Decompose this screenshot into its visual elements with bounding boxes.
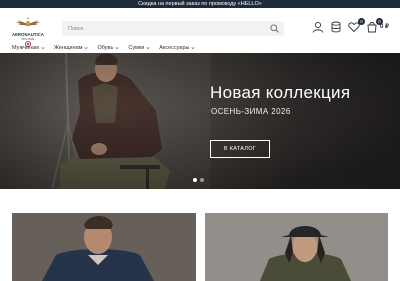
hero-subtitle: ОСЕНЬ-ЗИМА 2026 [211,107,291,116]
wishlist-badge: 0 [358,18,365,25]
category-photo-women [205,213,388,281]
nav-item-label: Женщинам [53,45,83,51]
slider-dot[interactable] [193,178,197,182]
compare-button[interactable] [330,20,344,34]
slider-dots [193,178,204,182]
wishlist-button[interactable]: 0 [348,18,365,34]
slider-dot[interactable] [200,178,204,182]
database-icon [331,21,341,33]
search-input[interactable] [62,21,262,36]
site-header: AERONAUTICA MILITARE Поиск 0 0 0 ₽ Мужчи… [0,8,400,53]
promo-bar: Скидка на первый заказ по промокоду «HEL… [0,0,400,8]
search-bar [62,21,284,36]
nav-item-shoes[interactable]: Обувь [97,43,119,53]
cart-total[interactable]: 0 ₽ [380,23,389,30]
nav-item-women[interactable]: Женщинам [54,43,89,53]
search-icon[interactable] [270,24,279,33]
chevron-down-icon [115,47,119,50]
chevron-down-icon [41,47,45,50]
nav-item-accessories[interactable]: Аксессуары [159,43,196,53]
hero-banner: Новая коллекция ОСЕНЬ-ЗИМА 2026 В КАТАЛО… [0,53,400,189]
nav-item-label: Обувь [97,45,114,51]
chevron-down-icon [191,47,196,50]
wings-emblem-icon [16,17,40,26]
category-photo-men [12,213,196,281]
nav-item-label: Мужчинам [12,45,39,51]
category-card-women[interactable] [205,213,388,281]
promo-text: Скидка на первый заказ по промокоду «HEL… [138,1,262,7]
catalog-button[interactable]: В КАТАЛОГ [210,140,270,158]
chevron-down-icon [84,47,89,50]
category-card-men[interactable] [12,213,196,281]
nav-item-label: Сумки [128,45,145,51]
chevron-down-icon [146,47,150,50]
cart-button[interactable]: 0 [366,18,383,34]
main-nav: Мужчинам Женщинам Обувь Сумки Аксессуары [12,43,196,53]
hero-vignette [0,53,400,189]
hero-title: Новая коллекция [210,83,351,102]
nav-item-bags[interactable]: Сумки [128,43,150,53]
account-button[interactable] [312,20,326,34]
nav-item-label: Аксессуары [159,45,190,51]
account-icon [312,21,324,33]
nav-item-men[interactable]: Мужчинам [12,43,45,53]
